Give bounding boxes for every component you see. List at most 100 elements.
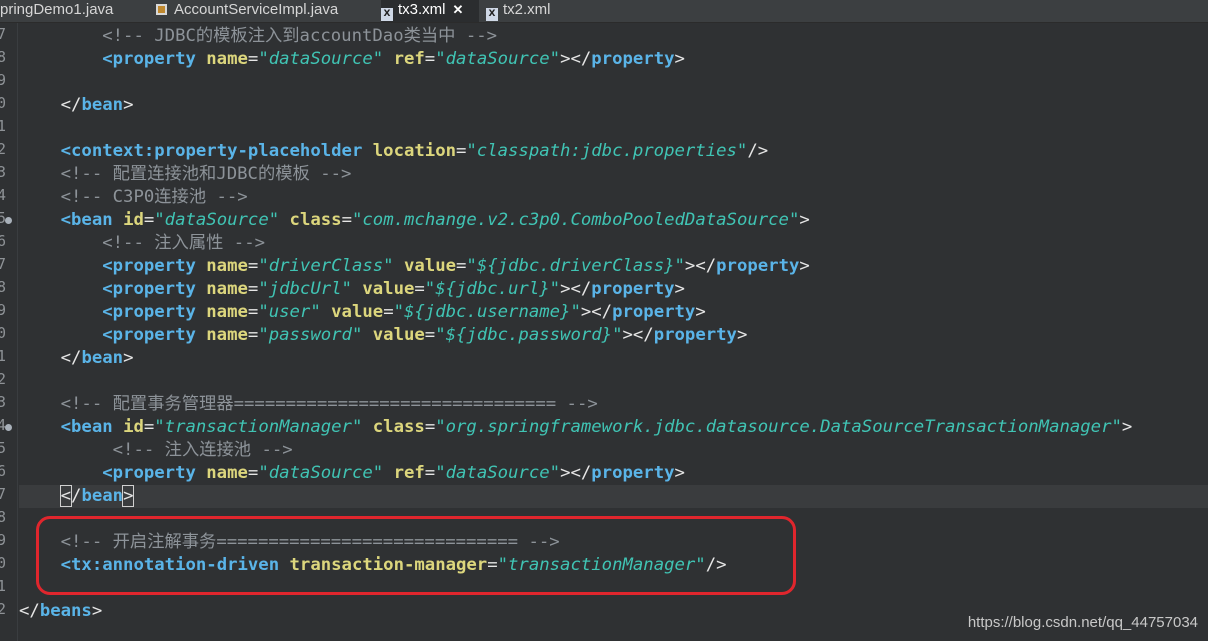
code-token: > xyxy=(1121,417,1133,437)
code-token: property xyxy=(653,325,737,345)
code-token: = xyxy=(247,279,259,299)
java-file-icon xyxy=(155,2,169,15)
code-token: > xyxy=(674,463,685,483)
code-token: value xyxy=(372,325,425,345)
code-token: > xyxy=(695,302,706,322)
code-line[interactable]: <bean id="dataSource" class="com.mchange… xyxy=(19,209,810,232)
line-number: 6 xyxy=(0,462,9,480)
code-token: <!-- C3P0连接池 --> xyxy=(19,187,248,207)
code-token: / xyxy=(71,486,82,506)
line-number: 3 xyxy=(0,163,9,181)
code-token: property xyxy=(612,302,696,322)
tab-label: pringDemo1.java xyxy=(0,1,114,18)
code-token: ></ xyxy=(560,49,592,69)
code-line[interactable]: <context:property-placeholder location="… xyxy=(19,140,769,163)
tab-tx2-xml[interactable]: Xtx2.xml xyxy=(486,0,551,22)
code-token: "driverClass" xyxy=(258,256,394,276)
code-line[interactable]: <!-- JDBC的模板注入到accountDao类当中 --> xyxy=(19,25,497,48)
code-token: name xyxy=(206,49,248,69)
code-token: <!-- 注入属性 --> xyxy=(19,233,265,253)
code-token: "${jdbc.password}" xyxy=(435,325,623,345)
line-number: 7 xyxy=(0,255,9,273)
code-token: > xyxy=(799,210,810,230)
tab-label: tx2.xml xyxy=(503,1,551,18)
code-token: name xyxy=(206,302,248,322)
code-token: = xyxy=(247,49,259,69)
code-token: ></ xyxy=(560,463,592,483)
code-token: <property xyxy=(102,49,196,69)
code-line[interactable]: <property name="jdbcUrl" value="${jdbc.u… xyxy=(19,278,685,301)
code-token: "dataSource" xyxy=(435,463,561,483)
code-line[interactable]: <!-- C3P0连接池 --> xyxy=(19,186,248,209)
code-token: = xyxy=(424,325,436,345)
code-token: "password" xyxy=(258,325,363,345)
code-line[interactable]: <property name="password" value="${jdbc.… xyxy=(19,324,747,347)
code-token: <property xyxy=(102,256,196,276)
code-token: <!-- JDBC的模板注入到accountDao类当中 --> xyxy=(19,26,498,46)
code-line[interactable]: </bean> xyxy=(19,485,1208,508)
line-number: 2 xyxy=(0,370,9,388)
code-token: </ xyxy=(60,348,82,368)
code-token: name xyxy=(206,463,248,483)
code-token: name xyxy=(206,325,248,345)
code-line[interactable]: <property name="user" value="${jdbc.user… xyxy=(19,301,706,324)
tab-label: AccountServiceImpl.java xyxy=(174,1,339,18)
code-line[interactable]: <property name="dataSource" ref="dataSou… xyxy=(19,48,685,71)
code-line[interactable]: <property name="dataSource" ref="dataSou… xyxy=(19,462,685,485)
line-number: 9 xyxy=(0,301,9,319)
code-token: </ xyxy=(60,95,82,115)
code-token: = xyxy=(424,463,436,483)
line-number: 7 xyxy=(0,485,9,503)
code-line[interactable]: <!-- 配置连接池和JDBC的模板 --> xyxy=(19,163,352,186)
code-token: property xyxy=(591,49,675,69)
code-token: = xyxy=(456,141,467,161)
close-tab-icon[interactable]: ✕ xyxy=(453,2,464,17)
code-token: bean xyxy=(81,95,124,115)
code-token: "dataSource" xyxy=(258,463,384,483)
fold-marker-icon[interactable] xyxy=(5,424,12,431)
code-token: "${jdbc.driverClass}" xyxy=(466,256,685,276)
line-number: 0 xyxy=(0,324,9,342)
code-line[interactable]: <!-- 注入属性 --> xyxy=(19,232,265,255)
tab-springdemo1-java[interactable]: pringDemo1.java xyxy=(0,0,113,22)
line-number: 8 xyxy=(0,278,9,296)
tab-accountserviceimpl-java[interactable]: AccountServiceImpl.java xyxy=(155,0,338,22)
code-line[interactable]: </bean> xyxy=(19,347,134,370)
code-token: ></ xyxy=(622,325,654,345)
code-token: "${jdbc.url}" xyxy=(424,279,561,299)
code-token: property xyxy=(591,279,675,299)
code-line[interactable]: <!-- 配置事务管理器============================… xyxy=(19,393,598,416)
code-token: = xyxy=(247,463,259,483)
code-token: = xyxy=(414,279,425,299)
line-number: 1 xyxy=(0,577,9,595)
tab-label: tx3.xml xyxy=(398,1,446,18)
tab-tx3-xml[interactable]: Xtx3.xml ✕ xyxy=(381,0,479,22)
fold-marker-icon[interactable] xyxy=(5,217,12,224)
code-line[interactable]: <property name="driverClass" value="${jd… xyxy=(19,255,810,278)
code-token: = xyxy=(341,210,352,230)
line-number: 8 xyxy=(0,48,9,66)
code-token: value xyxy=(403,256,457,276)
code-line[interactable]: </beans> xyxy=(19,600,102,623)
code-token: value xyxy=(331,302,384,322)
code-token: ref xyxy=(393,49,425,69)
code-token: <bean xyxy=(60,210,113,230)
xml-file-icon: X xyxy=(381,8,393,21)
code-line[interactable]: <bean id="transactionManager" class="org… xyxy=(19,416,1133,439)
code-line[interactable]: </bean> xyxy=(19,94,134,117)
red-highlight-box xyxy=(36,516,796,595)
code-line[interactable]: <!-- 注入连接池 --> xyxy=(19,439,293,462)
code-token: > xyxy=(91,601,103,621)
